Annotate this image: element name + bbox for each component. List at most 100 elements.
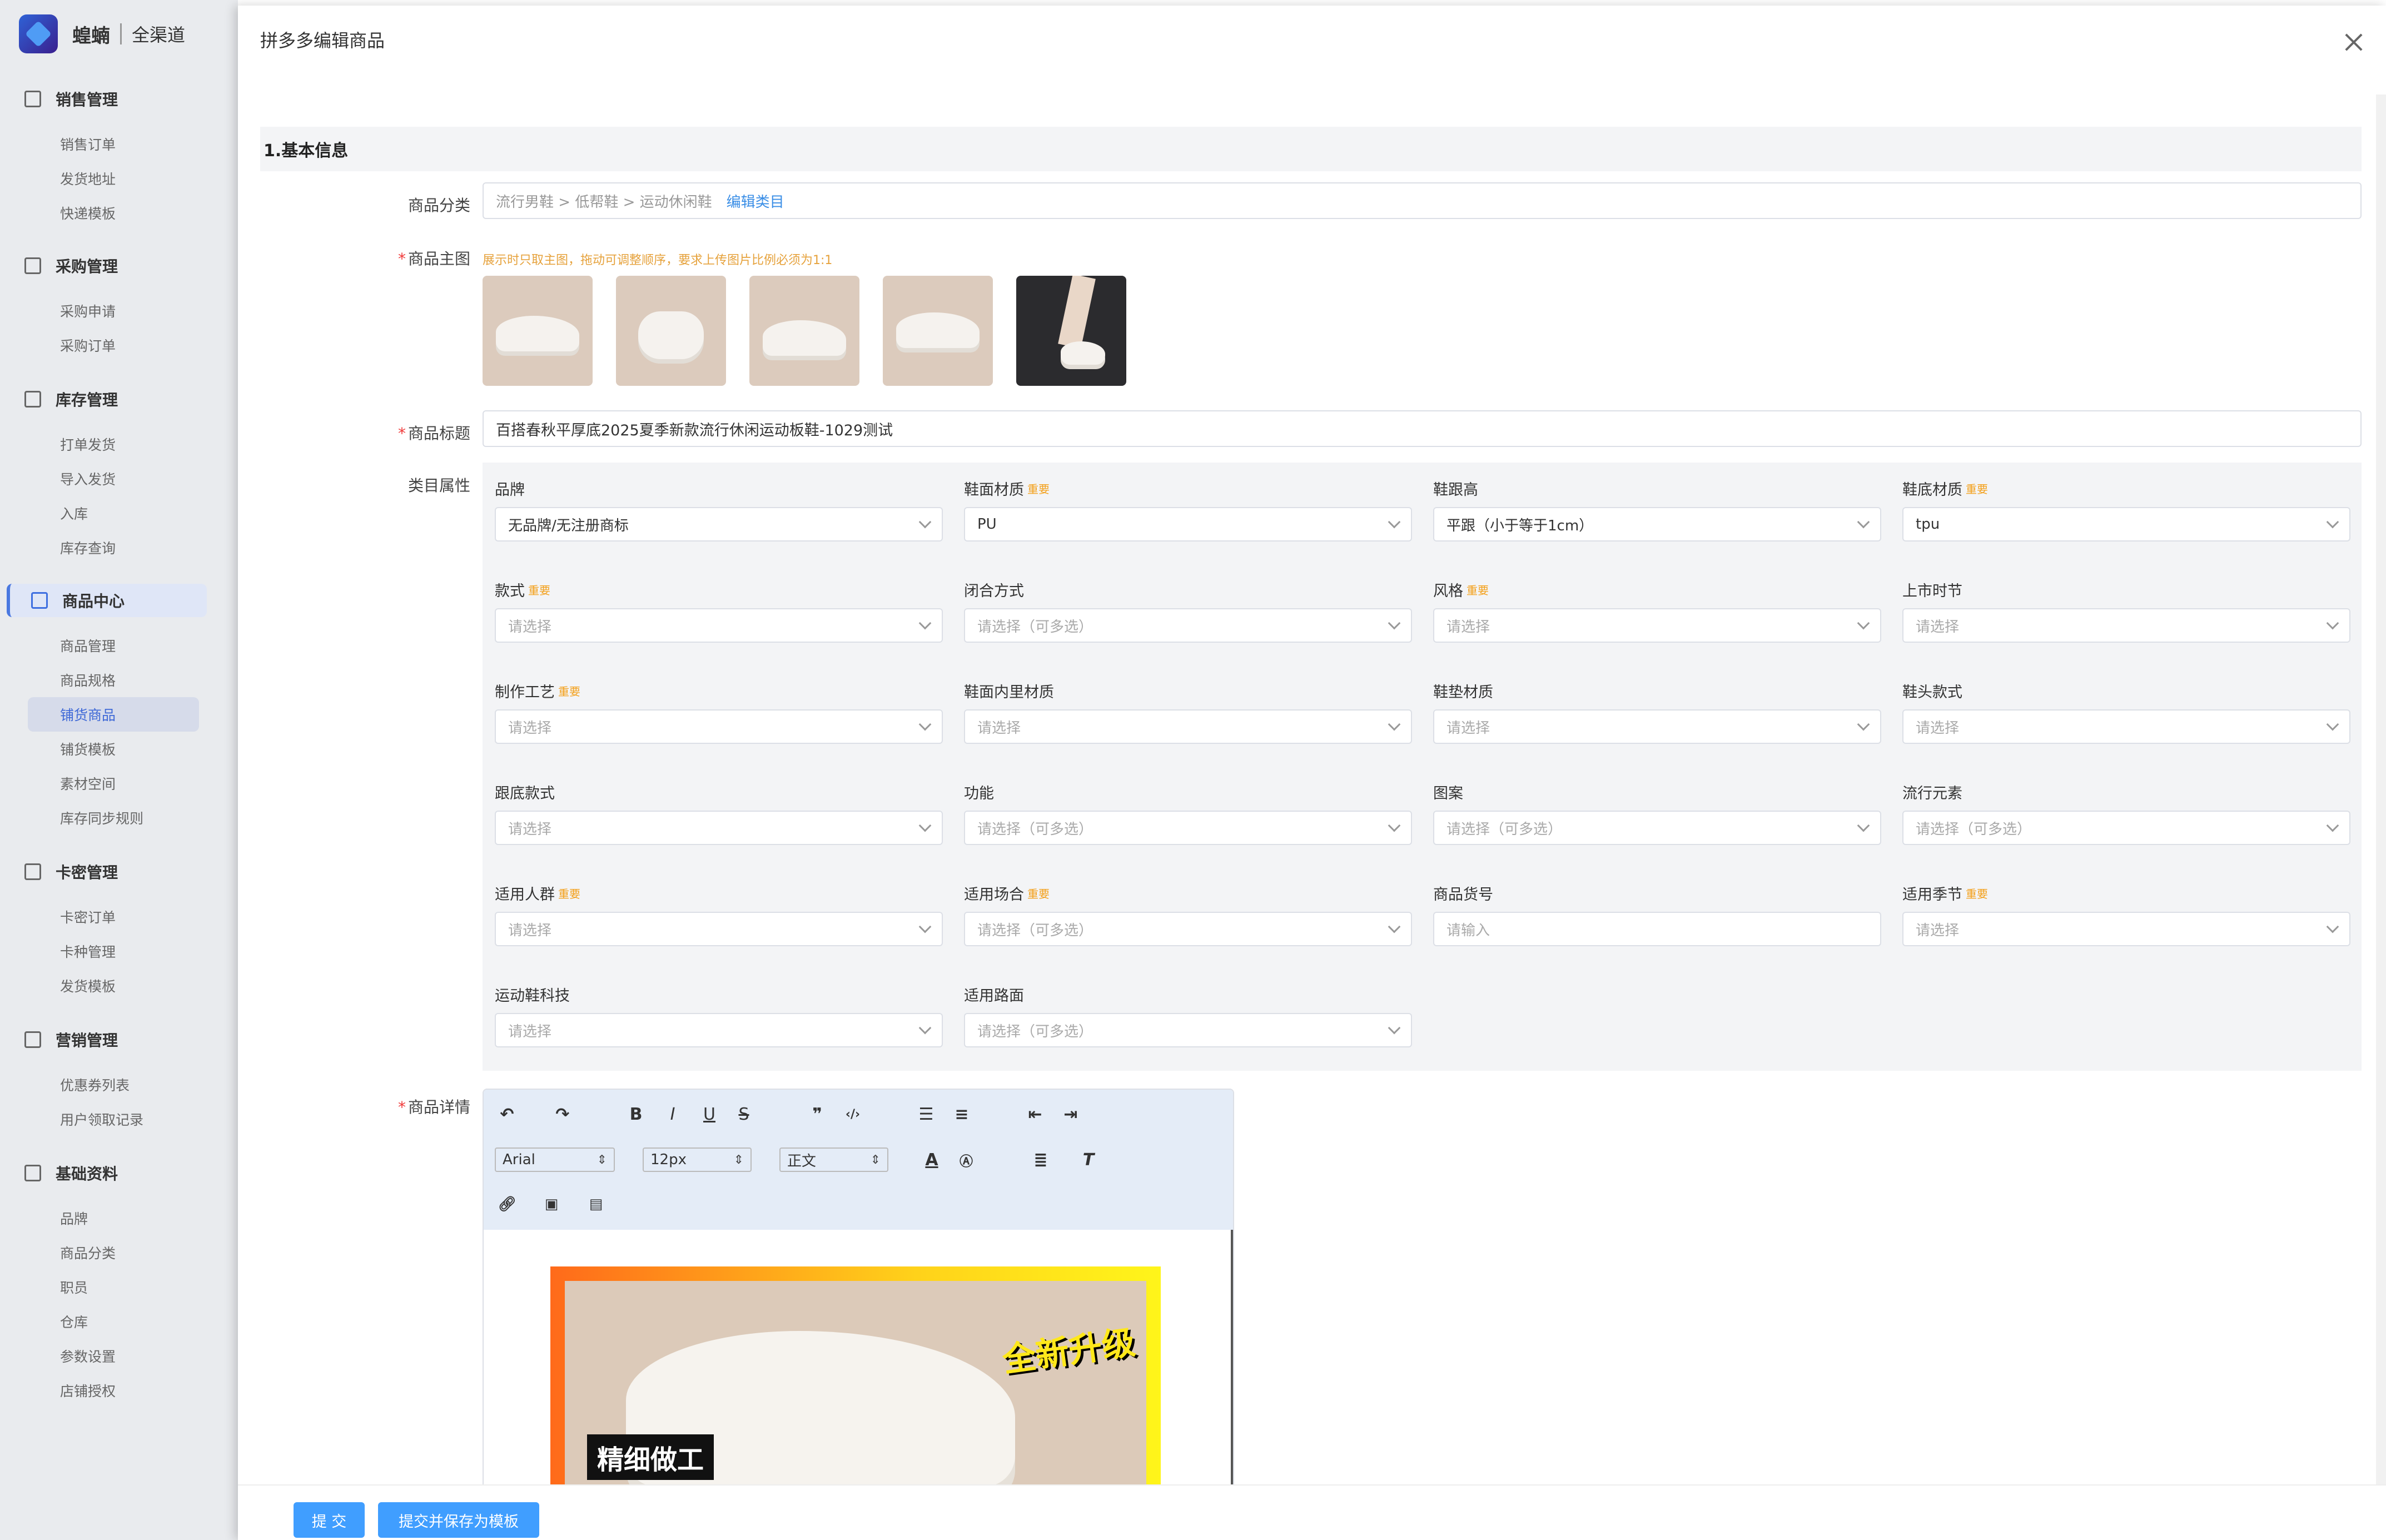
font-family-select[interactable]: Arial (495, 1147, 615, 1172)
quote-icon[interactable]: ❞ (806, 1103, 828, 1125)
attribute-select[interactable]: 请选择 (1902, 709, 2350, 744)
highlight-icon[interactable]: Ⓐ (955, 1149, 977, 1171)
block-format-select[interactable]: 正文 (779, 1147, 888, 1172)
attribute-value: 请选择 (508, 719, 552, 737)
nav-item[interactable]: 商品管理 (0, 628, 238, 663)
nav-item[interactable]: 铺货模板 (0, 732, 238, 766)
attribute-select[interactable]: 请选择（可多选） (964, 912, 1412, 946)
underline-icon[interactable]: U (698, 1103, 720, 1125)
link-icon[interactable]: 🔗︎ (496, 1193, 518, 1215)
close-icon[interactable] (2342, 30, 2366, 54)
attribute-label: 鞋底材质 重要 (1902, 477, 2350, 499)
attribute-select[interactable]: 请选择 (1433, 608, 1881, 643)
nav-item[interactable]: 卡种管理 (0, 934, 238, 968)
attribute-field: 适用季节 重要 请选择 (1902, 882, 2350, 946)
nav-item[interactable]: 库存同步规则 (0, 801, 238, 835)
main-image-thumb[interactable] (1016, 276, 1126, 386)
nav-group-title[interactable]: 采购管理 (0, 249, 238, 282)
edit-category-link[interactable]: 编辑类目 (727, 191, 784, 211)
attribute-input[interactable]: 请输入 (1433, 912, 1881, 946)
align-icon[interactable]: ≣ (1030, 1149, 1052, 1171)
nav-item[interactable]: 商品分类 (0, 1235, 238, 1270)
attribute-select[interactable]: 请选择（可多选） (964, 811, 1412, 845)
redo-icon[interactable]: ↷ (551, 1103, 574, 1125)
nav-group-title[interactable]: 基础资料 (0, 1156, 238, 1190)
nav-item[interactable]: 发货地址 (0, 161, 238, 196)
nav-group-icon (24, 391, 41, 408)
code-icon[interactable]: ‹/› (842, 1103, 864, 1125)
nav-item[interactable]: 职员 (0, 1270, 238, 1304)
nav-item[interactable]: 销售订单 (0, 127, 238, 161)
attribute-select[interactable]: 请选择 (1902, 608, 2350, 643)
indent-icon[interactable]: ⇥ (1060, 1103, 1082, 1125)
nav-item[interactable]: 卡密订单 (0, 900, 238, 934)
main-image-thumb[interactable] (883, 276, 993, 386)
attribute-value: 请选择 (1916, 922, 1960, 939)
attribute-select[interactable]: PU (964, 507, 1412, 542)
attribute-select[interactable]: tpu (1902, 507, 2350, 542)
nav-item[interactable]: 用户领取记录 (0, 1102, 238, 1136)
nav-item[interactable]: 素材空间 (0, 766, 238, 801)
attribute-select[interactable]: 平跟（小于等于1cm） (1433, 507, 1881, 542)
attribute-field: 鞋面材质 重要 PU (964, 477, 1412, 542)
strikethrough-icon[interactable]: S (733, 1103, 755, 1125)
attribute-label: 鞋垫材质 (1433, 679, 1881, 702)
attribute-select[interactable]: 请选择（可多选） (1902, 811, 2350, 845)
attribute-select[interactable]: 请选择 (495, 608, 943, 643)
nav-group-title[interactable]: 营销管理 (0, 1023, 238, 1056)
nav-item[interactable]: 仓库 (0, 1304, 238, 1339)
attribute-select[interactable]: 请选择 (495, 912, 943, 946)
nav-item[interactable]: 采购订单 (0, 328, 238, 362)
nav-group-title[interactable]: 商品中心 (7, 584, 207, 617)
nav-item[interactable]: 入库 (0, 496, 238, 530)
nav-item[interactable]: 铺货商品 (28, 697, 199, 732)
nav-item[interactable]: 库存查询 (0, 530, 238, 565)
nav-item[interactable]: 发货模板 (0, 968, 238, 1003)
nav-item[interactable]: 打单发货 (0, 427, 238, 461)
nav-item[interactable]: 优惠券列表 (0, 1067, 238, 1102)
editor-content[interactable]: 全新升级 精细做工 (484, 1230, 1233, 1488)
nav-item[interactable]: 导入发货 (0, 461, 238, 496)
attribute-select[interactable]: 请选择 (1902, 912, 2350, 946)
bullet-list-icon[interactable]: ≡ (951, 1103, 973, 1125)
drawer-scrollbar[interactable] (2376, 95, 2386, 1484)
font-size-select[interactable]: 12px (643, 1147, 752, 1172)
nav-group-title[interactable]: 卡密管理 (0, 855, 238, 888)
attribute-select[interactable]: 请选择 (495, 811, 943, 845)
nav-item[interactable]: 品牌 (0, 1201, 238, 1235)
italic-icon[interactable]: I (662, 1103, 684, 1125)
attribute-select[interactable]: 请选择 (964, 709, 1412, 744)
outdent-icon[interactable]: ⇤ (1024, 1103, 1046, 1125)
nav-item[interactable]: 采购申请 (0, 294, 238, 328)
submit-button[interactable]: 提 交 (294, 1502, 365, 1538)
app-logo[interactable]: 蝗蝻 全渠道 (19, 14, 185, 53)
ordered-list-icon[interactable]: ☰ (915, 1103, 937, 1125)
video-icon[interactable]: ▤ (585, 1193, 607, 1215)
attribute-select[interactable]: 请选择 (495, 1013, 943, 1047)
attribute-select[interactable]: 请选择 (495, 709, 943, 744)
clear-format-icon[interactable]: T (1077, 1149, 1100, 1171)
attribute-select[interactable]: 请选择（可多选） (964, 608, 1412, 643)
attribute-select[interactable]: 请选择（可多选） (964, 1013, 1412, 1047)
font-color-icon[interactable]: A (921, 1149, 943, 1171)
chevron-down-icon (1857, 515, 1870, 529)
nav-group-title[interactable]: 库存管理 (0, 382, 238, 416)
undo-icon[interactable]: ↶ (496, 1103, 518, 1125)
attribute-select[interactable]: 无品牌/无注册商标 (495, 507, 943, 542)
main-image-thumb[interactable] (616, 276, 726, 386)
image-icon[interactable]: ▣ (540, 1193, 563, 1215)
nav-item[interactable]: 参数设置 (0, 1339, 238, 1373)
editor-scrollbar[interactable] (1231, 1230, 1233, 1488)
main-image-thumb[interactable] (749, 276, 859, 386)
product-title-input[interactable]: 百搭春秋平厚底2025夏季新款流行休闲运动板鞋-1029测试 (483, 410, 2362, 447)
attribute-select[interactable]: 请选择（可多选） (1433, 811, 1881, 845)
attribute-select[interactable]: 请选择 (1433, 709, 1881, 744)
main-image-thumb[interactable] (483, 276, 593, 386)
submit-save-template-button[interactable]: 提交并保存为模板 (378, 1502, 539, 1538)
nav-item[interactable]: 店铺授权 (0, 1373, 238, 1408)
nav-group-title[interactable]: 销售管理 (0, 82, 238, 116)
attribute-field: 上市时节 请选择 (1902, 578, 2350, 643)
bold-icon[interactable]: B (625, 1103, 647, 1125)
nav-item[interactable]: 商品规格 (0, 663, 238, 697)
nav-item[interactable]: 快递模板 (0, 196, 238, 230)
